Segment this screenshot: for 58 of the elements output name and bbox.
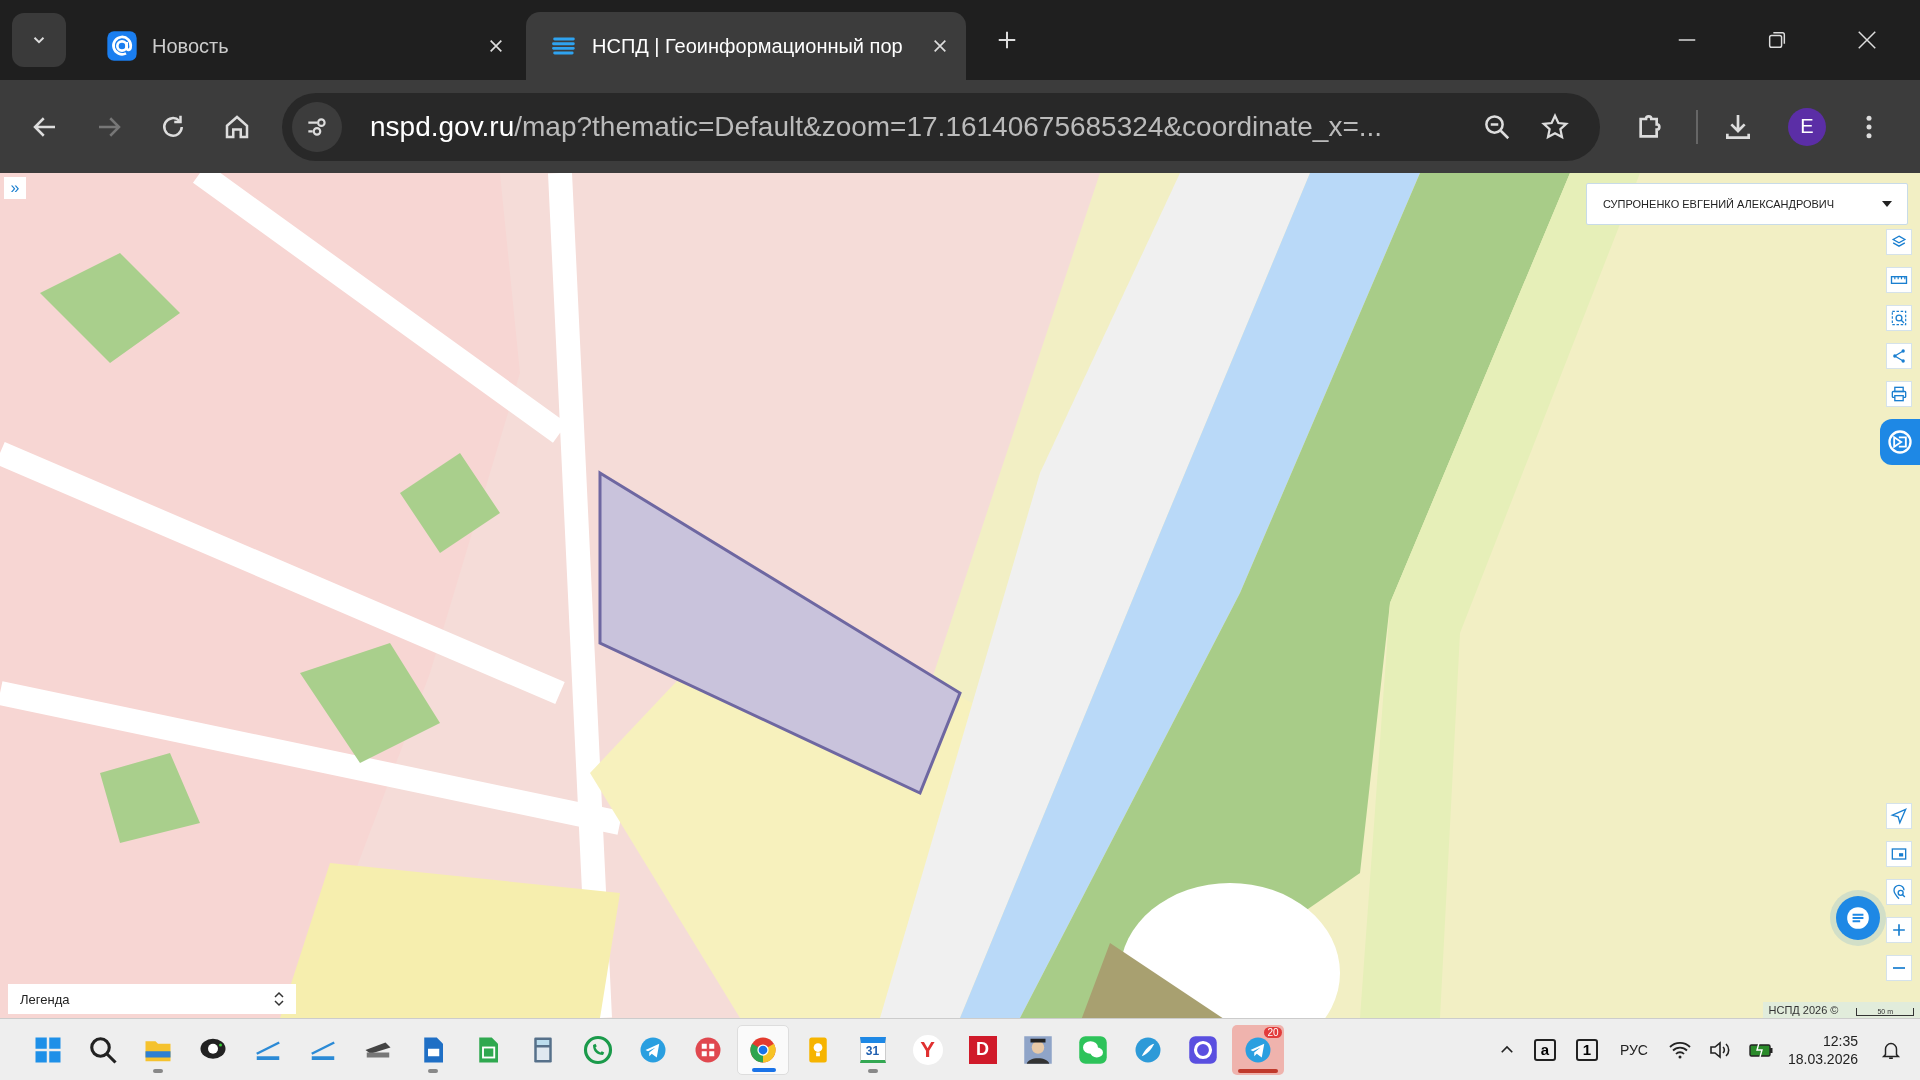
copyright-text: НСПД 2026 © <box>1768 1004 1839 1016</box>
share-button[interactable] <box>1886 343 1912 369</box>
expand-panel-button[interactable]: » <box>4 177 26 199</box>
up-down-arrows-icon <box>274 991 284 1007</box>
legend-label: Легенда <box>20 991 70 1007</box>
clock[interactable]: 12:35 18.03.2026 <box>1787 1031 1858 1068</box>
navigation-arrow-button[interactable] <box>1886 803 1912 829</box>
taskbar-app[interactable]: D <box>956 1024 1009 1075</box>
zoom-out-button[interactable] <box>1886 955 1912 981</box>
layers-button[interactable] <box>1886 229 1912 255</box>
letter-logo-icon: Y <box>912 1034 943 1065</box>
browser-tab[interactable]: НСПД | Геоинформационный пор <box>526 12 966 80</box>
navigation-arrow-icon <box>1889 806 1909 826</box>
tab-title: НСПД | Геоинформационный пор <box>592 34 904 58</box>
keyboard-indicator[interactable]: 1 <box>1575 1038 1598 1061</box>
zoom-in-button[interactable] <box>1886 917 1912 943</box>
chat-ring-icon <box>1187 1034 1218 1065</box>
taskbar-app[interactable]: 31 <box>846 1024 899 1075</box>
language-indicator[interactable]: РУС <box>1619 1041 1648 1058</box>
user-name: СУПРОНЕНКО ЕВГЕНИЙ АЛЕКСАНДРОВИЧ <box>1603 198 1835 210</box>
address-bar[interactable]: nspd.gov.ru/map?thematic=Default&zoom=17.16140675685324&coordinate_x=... <box>282 92 1600 161</box>
close-icon[interactable] <box>488 38 504 54</box>
user-menu[interactable]: СУПРОНЕНКО ЕВГЕНИЙ АЛЕКСАНДРОВИЧ <box>1586 183 1908 225</box>
chat-bubbles-icon <box>1077 1034 1108 1065</box>
profile-avatar[interactable]: E <box>1788 107 1826 146</box>
notification-badge: 20 <box>1264 1026 1282 1038</box>
close-icon[interactable] <box>932 38 948 54</box>
area-search-button[interactable] <box>1886 305 1912 331</box>
url-text: nspd.gov.ru/map?thematic=Default&zoom=17.16140675685324&coordinate_x=... <box>370 110 1384 143</box>
keyboard-indicator[interactable]: a <box>1533 1038 1556 1061</box>
area-search-icon <box>1889 308 1909 328</box>
time-text: 12:35 <box>1822 1031 1858 1050</box>
message-icon <box>1845 905 1871 931</box>
new-tab-icon[interactable] <box>996 29 1018 51</box>
star-icon[interactable] <box>1540 111 1570 142</box>
calendar-icon: 31 <box>859 1036 886 1063</box>
date-text: 18.03.2026 <box>1787 1049 1858 1068</box>
print-icon <box>1889 384 1909 404</box>
restore-icon[interactable] <box>1766 29 1788 51</box>
site-settings-button[interactable] <box>292 101 342 152</box>
minimap-button[interactable] <box>1886 841 1912 867</box>
close-icon[interactable] <box>1856 29 1878 51</box>
map-chat-icon <box>1886 427 1914 457</box>
pin-search-button[interactable] <box>1886 879 1912 905</box>
print-button[interactable] <box>1886 381 1912 407</box>
phone-bubble-icon <box>582 1034 613 1065</box>
side-panel-tab[interactable] <box>1880 419 1920 465</box>
dropdown-arrow-icon <box>1881 200 1893 208</box>
at-sign-icon <box>106 30 138 62</box>
person-figure-icon <box>1022 1034 1053 1065</box>
taskbar-app[interactable]: 20 <box>1231 1024 1284 1075</box>
taskbar-app[interactable]: Y <box>901 1024 954 1075</box>
tab-title: Новость <box>152 34 230 58</box>
legend-dropdown[interactable]: Легенда <box>8 984 296 1014</box>
letter-logo-icon: D <box>968 1035 997 1064</box>
ruler-button[interactable] <box>1886 267 1912 293</box>
browser-tab[interactable]: Новость <box>82 12 522 80</box>
search-icon <box>87 1034 118 1065</box>
